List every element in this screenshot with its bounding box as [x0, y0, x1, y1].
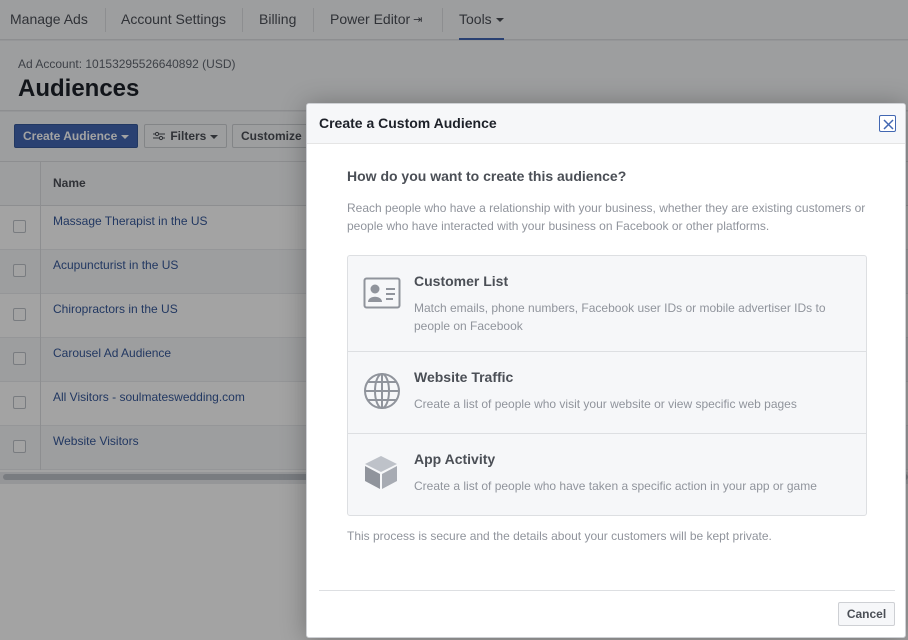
audience-type-options: Customer List Match emails, phone number… [347, 255, 867, 516]
contact-card-icon [363, 277, 401, 314]
option-customer-list[interactable]: Customer List Match emails, phone number… [348, 256, 866, 352]
option-title: Website Traffic [414, 369, 514, 385]
option-app-activity[interactable]: App Activity Create a list of people who… [348, 434, 866, 516]
dialog-title: Create a Custom Audience [319, 115, 497, 131]
close-button[interactable] [879, 115, 896, 132]
security-note: This process is secure and the details a… [347, 529, 772, 543]
option-title: App Activity [414, 451, 496, 467]
cancel-button[interactable]: Cancel [838, 602, 895, 626]
footer-divider [319, 590, 895, 591]
dialog-header: Create a Custom Audience [307, 104, 905, 144]
option-description: Match emails, phone numbers, Facebook us… [414, 301, 826, 333]
option-description: Create a list of people who visit your w… [414, 397, 797, 411]
create-custom-audience-dialog: Create a Custom Audience How do you want… [306, 103, 906, 638]
close-icon [883, 119, 894, 130]
option-title: Customer List [414, 273, 509, 289]
dialog-description: Reach people who have a relationship wit… [347, 201, 866, 233]
option-website-traffic[interactable]: Website Traffic Create a list of people … [348, 352, 866, 434]
dialog-question: How do you want to create this audience? [347, 168, 627, 184]
cube-icon [363, 454, 399, 495]
globe-icon [363, 372, 401, 415]
option-description: Create a list of people who have taken a… [414, 479, 817, 493]
